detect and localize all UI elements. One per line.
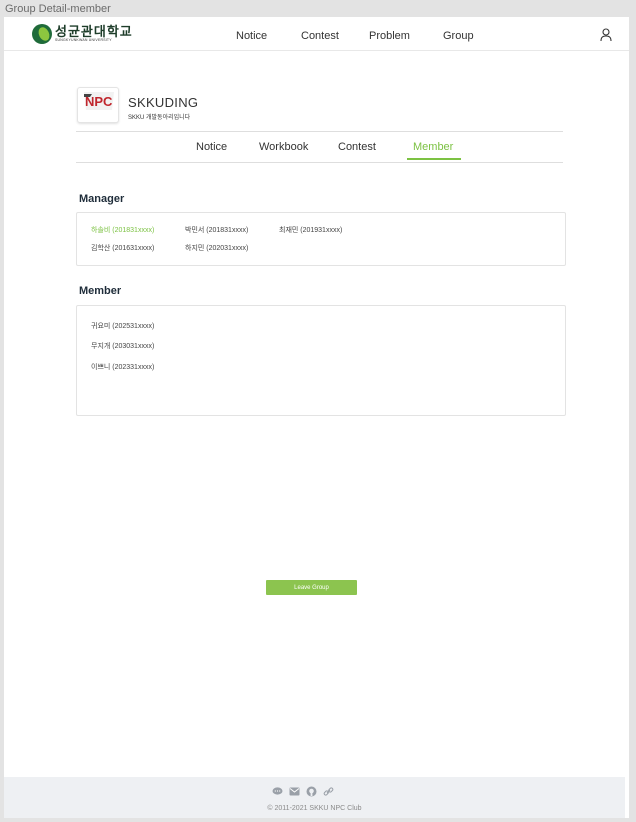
user-icon[interactable]: [600, 28, 612, 42]
manager-item[interactable]: 김학산 (201631xxxx): [91, 243, 154, 253]
link-icon[interactable]: [323, 786, 334, 797]
top-header: 성균관대학교 SUNGKYUNKWAN UNIVERSITY Notice Co…: [4, 17, 629, 51]
nav-group[interactable]: Group: [443, 30, 474, 42]
manager-item[interactable]: 박민서 (201831xxxx): [185, 225, 248, 235]
manager-item[interactable]: 최재민 (201931xxxx): [279, 225, 342, 235]
manager-item[interactable]: 하솔비 (201831xxxx): [91, 225, 154, 235]
tab-contest[interactable]: Contest: [338, 141, 376, 153]
member-item[interactable]: 이쁘니 (202331xxxx): [91, 362, 154, 372]
tab-member[interactable]: Member: [413, 141, 453, 153]
nav-notice[interactable]: Notice: [236, 30, 267, 42]
group-description: SKKU 개발동아리입니다: [128, 115, 191, 121]
chat-icon[interactable]: [272, 787, 283, 796]
frame-label: Group Detail-member: [5, 3, 111, 15]
tab-workbook[interactable]: Workbook: [259, 141, 308, 153]
main-nav: Notice Contest Problem Group: [4, 30, 629, 44]
manager-item[interactable]: 하지민 (202031xxxx): [185, 243, 248, 253]
group-logo: NPC: [77, 87, 119, 123]
group-name: SKKUDING: [128, 95, 199, 110]
group-tabs: Notice Workbook Contest Member: [76, 131, 563, 163]
tab-notice[interactable]: Notice: [196, 141, 227, 153]
nav-problem[interactable]: Problem: [369, 30, 410, 42]
member-item[interactable]: 귀요미 (202531xxxx): [91, 321, 154, 331]
github-icon[interactable]: [306, 786, 317, 797]
leave-group-button[interactable]: Leave Group: [266, 580, 357, 595]
copyright-text: © 2011-2021 SKKU NPC Club: [267, 805, 362, 812]
manager-list: 하솔비 (201831xxxx) 박민서 (201831xxxx) 최재민 (2…: [76, 212, 566, 266]
nav-contest[interactable]: Contest: [301, 30, 339, 42]
member-item[interactable]: 무지개 (203031xxxx): [91, 341, 154, 351]
member-section-title: Member: [79, 285, 122, 297]
footer-icons: [272, 786, 334, 797]
page: 성균관대학교 SUNGKYUNKWAN UNIVERSITY Notice Co…: [4, 17, 629, 818]
manager-section-title: Manager: [79, 193, 125, 205]
mail-icon[interactable]: [289, 787, 300, 796]
footer: © 2011-2021 SKKU NPC Club: [4, 777, 625, 818]
member-list: 귀요미 (202531xxxx) 무지개 (203031xxxx) 이쁘니 (2…: [76, 305, 566, 416]
npc-logo-icon: NPC: [84, 92, 114, 110]
active-tab-indicator: [407, 158, 461, 160]
